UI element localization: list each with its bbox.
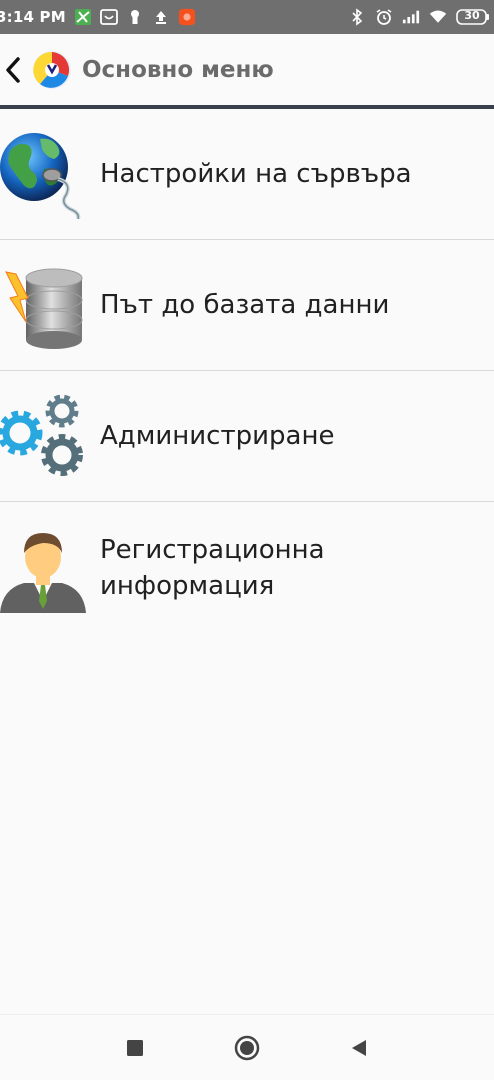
status-time: 3:14 PM bbox=[0, 8, 66, 26]
battery-level: 30 bbox=[464, 9, 480, 22]
signal-icon bbox=[402, 8, 420, 26]
menu-item-registration-info[interactable]: Регистрационна информация bbox=[0, 502, 494, 633]
game-notification-icon bbox=[74, 8, 92, 26]
app-logo-icon bbox=[32, 50, 72, 90]
orange-app-icon bbox=[178, 8, 196, 26]
menu-item-label: Регистрационна информация bbox=[100, 532, 484, 604]
upload-icon bbox=[152, 8, 170, 26]
app-bar: Основно меню bbox=[0, 34, 494, 106]
system-nav-bar bbox=[0, 1014, 494, 1080]
bluetooth-icon bbox=[348, 8, 366, 26]
status-bar: 3:14 PM 30 bbox=[0, 0, 494, 34]
status-right: 30 bbox=[348, 8, 490, 26]
back-button[interactable] bbox=[346, 1035, 372, 1061]
user-avatar-icon bbox=[0, 523, 86, 613]
menu-item-administration[interactable]: Администриране bbox=[0, 371, 494, 502]
menu-item-label: Път до базата данни bbox=[100, 290, 390, 320]
menu-item-label-line1: Регистрационна bbox=[100, 534, 325, 565]
home-button[interactable] bbox=[234, 1035, 260, 1061]
alarm-icon bbox=[375, 8, 393, 26]
recent-apps-button[interactable] bbox=[122, 1035, 148, 1061]
globe-plug-icon bbox=[0, 129, 86, 220]
smiley-notification-icon bbox=[99, 8, 118, 26]
menu-item-label: Настройки на сървъра bbox=[100, 159, 412, 189]
wifi-icon bbox=[429, 8, 447, 26]
menu-item-server-settings[interactable]: Настройки на сървъра bbox=[0, 109, 494, 240]
status-left: 3:14 PM bbox=[0, 8, 196, 26]
menu-item-label: Администриране bbox=[100, 421, 335, 451]
back-chevron-icon[interactable] bbox=[0, 50, 26, 90]
gears-icon bbox=[0, 391, 86, 481]
menu-item-label-line2: информация bbox=[100, 570, 275, 601]
battery-icon: 30 bbox=[456, 8, 490, 26]
main-menu-list: Настройки на сървъра Път до базата данни… bbox=[0, 109, 494, 633]
screen: 3:14 PM 30 Основно меню Настройки на сър… bbox=[0, 0, 494, 1080]
keyhole-notification-icon bbox=[126, 8, 144, 26]
page-title: Основно меню bbox=[82, 57, 274, 83]
database-lightning-icon bbox=[0, 260, 86, 350]
menu-item-database-path[interactable]: Път до базата данни bbox=[0, 240, 494, 371]
